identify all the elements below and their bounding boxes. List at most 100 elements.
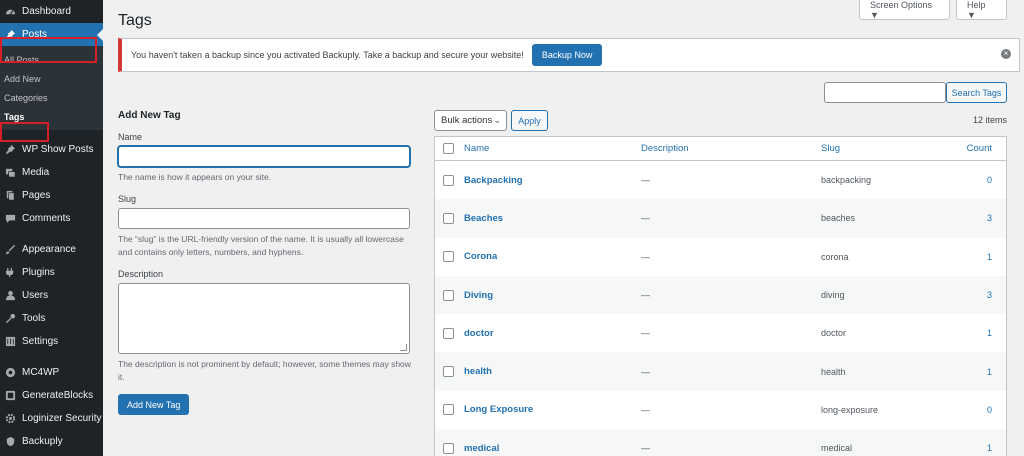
search-input[interactable] bbox=[824, 82, 946, 103]
row-checkbox[interactable] bbox=[443, 366, 454, 378]
name-input[interactable] bbox=[118, 146, 410, 167]
table-row: health — health 1 bbox=[435, 352, 1006, 391]
sidebar-item-tools[interactable]: Tools bbox=[0, 307, 103, 330]
sidebar-item-label: Loginizer Security bbox=[22, 413, 102, 424]
sidebar-item-settings[interactable]: Settings bbox=[0, 330, 103, 353]
sidebar-item-generateblocks[interactable]: GenerateBlocks bbox=[0, 384, 103, 407]
submenu-item-tags[interactable]: Tags bbox=[0, 107, 103, 126]
slug-input[interactable] bbox=[118, 208, 410, 229]
tag-count-link[interactable]: 0 bbox=[962, 405, 992, 415]
tag-description: — bbox=[641, 175, 650, 186]
column-count[interactable]: Count bbox=[957, 143, 992, 154]
sidebar-item-media[interactable]: Media bbox=[0, 161, 103, 184]
tag-name-link[interactable]: doctor bbox=[464, 328, 494, 339]
submenu-item-all-posts[interactable]: All Posts bbox=[0, 50, 103, 69]
dashboard-icon bbox=[4, 6, 16, 18]
tag-description: — bbox=[641, 213, 650, 224]
row-checkbox[interactable] bbox=[443, 212, 454, 224]
description-label: Description bbox=[118, 269, 164, 279]
backup-now-button[interactable]: Backup Now bbox=[531, 44, 603, 66]
table-row: Long Exposure — long-exposure 0 bbox=[435, 391, 1006, 429]
pin-icon bbox=[4, 144, 16, 156]
row-checkbox[interactable] bbox=[443, 289, 454, 301]
bulk-actions-select[interactable]: Bulk actions ⌄ bbox=[434, 110, 507, 131]
sidebar-item-label: Comments bbox=[22, 213, 71, 224]
submenu-item-categories[interactable]: Categories bbox=[0, 88, 103, 107]
admin-sidebar: Dashboard Posts All Posts Add New Catego… bbox=[0, 0, 103, 456]
sidebar-item-backuply[interactable]: Backuply bbox=[0, 430, 103, 453]
search-tags-button[interactable]: Search Tags bbox=[946, 82, 1007, 103]
tag-name-link[interactable]: medical bbox=[464, 443, 499, 454]
sidebar-item-label: Settings bbox=[22, 336, 59, 347]
sidebar-item-posts[interactable]: Posts bbox=[0, 23, 103, 46]
tag-name-link[interactable]: Backpacking bbox=[464, 175, 523, 186]
sidebar-item-users[interactable]: Users bbox=[0, 284, 103, 307]
tag-name-link[interactable]: Long Exposure bbox=[464, 404, 533, 415]
appearance-icon bbox=[4, 244, 16, 256]
gear-icon bbox=[4, 413, 16, 425]
tag-count-link[interactable]: 1 bbox=[962, 252, 992, 262]
slug-help: The “slug” is the URL-friendly version o… bbox=[118, 234, 404, 257]
row-checkbox[interactable] bbox=[443, 174, 454, 186]
sidebar-item-comments[interactable]: Comments bbox=[0, 207, 103, 230]
backup-notice: You haven't taken a backup since you act… bbox=[118, 38, 1020, 72]
tag-slug: backpacking bbox=[821, 175, 872, 186]
tag-count-link[interactable]: 3 bbox=[962, 213, 992, 223]
row-checkbox[interactable] bbox=[443, 442, 454, 454]
plugins-icon bbox=[4, 267, 16, 279]
items-count: 12 items bbox=[972, 115, 1007, 125]
sidebar-item-label: Tools bbox=[22, 313, 46, 324]
tag-slug: beaches bbox=[821, 213, 856, 224]
column-name[interactable]: Name bbox=[464, 143, 489, 154]
tag-name-link[interactable]: Beaches bbox=[464, 213, 503, 224]
description-textarea[interactable] bbox=[118, 283, 410, 354]
sidebar-item-mc4wp[interactable]: MC4WP bbox=[0, 361, 103, 384]
sidebar-item-label: Dashboard bbox=[22, 6, 71, 17]
tag-count-link[interactable]: 1 bbox=[962, 328, 992, 338]
apply-button[interactable]: Apply bbox=[511, 110, 548, 131]
sidebar-item-label: Users bbox=[22, 290, 49, 301]
table-header: Name Description Slug Count bbox=[435, 137, 1006, 161]
sidebar-item-pages[interactable]: Pages bbox=[0, 184, 103, 207]
sidebar-item-label: Backuply bbox=[22, 436, 63, 447]
row-checkbox[interactable] bbox=[443, 404, 454, 416]
tag-name-link[interactable]: Diving bbox=[464, 290, 493, 301]
page-title: Tags bbox=[118, 12, 152, 29]
tag-name-link[interactable]: Corona bbox=[464, 251, 497, 262]
sidebar-item-dashboard[interactable]: Dashboard bbox=[0, 0, 103, 23]
screen-options-button[interactable]: Screen Options ▼ bbox=[859, 0, 950, 20]
posts-submenu: All Posts Add New Categories Tags bbox=[0, 46, 103, 130]
pages-icon bbox=[4, 190, 16, 202]
tag-count-link[interactable]: 3 bbox=[962, 290, 992, 300]
add-new-tag-button[interactable]: Add New Tag bbox=[118, 394, 190, 415]
table-row: medical — medical 1 bbox=[435, 429, 1006, 456]
tag-count-link[interactable]: 1 bbox=[962, 367, 992, 377]
tag-count-link[interactable]: 1 bbox=[962, 443, 992, 453]
row-checkbox[interactable] bbox=[443, 327, 454, 339]
chevron-down-icon: ⌄ bbox=[493, 115, 501, 125]
sidebar-item-label: MC4WP bbox=[22, 367, 60, 378]
description-help: The description is not prominent by defa… bbox=[118, 359, 411, 382]
tag-description: — bbox=[641, 290, 650, 301]
sidebar-item-appearance[interactable]: Appearance bbox=[0, 238, 103, 261]
add-tag-form: Add New Tag Name The name is how it appe… bbox=[118, 110, 412, 415]
tag-slug: doctor bbox=[821, 328, 847, 339]
tag-count-link[interactable]: 0 bbox=[962, 175, 992, 185]
row-checkbox[interactable] bbox=[443, 251, 454, 263]
dismiss-icon[interactable]: × bbox=[1001, 49, 1011, 59]
tag-description: — bbox=[641, 251, 650, 262]
tag-slug: corona bbox=[821, 251, 849, 262]
submenu-item-add-new[interactable]: Add New bbox=[0, 69, 103, 88]
tag-name-link[interactable]: health bbox=[464, 366, 492, 377]
table-row: Corona — corona 1 bbox=[435, 238, 1006, 276]
help-button[interactable]: Help ▼ bbox=[956, 0, 1007, 20]
sidebar-item-wp-show-posts[interactable]: WP Show Posts bbox=[0, 138, 103, 161]
table-row: Diving — diving 3 bbox=[435, 275, 1006, 315]
settings-icon bbox=[4, 336, 16, 348]
column-description[interactable]: Description bbox=[641, 143, 689, 154]
sidebar-item-loginizer-security[interactable]: Loginizer Security bbox=[0, 407, 103, 430]
column-slug[interactable]: Slug bbox=[821, 143, 840, 154]
mc4wp-icon bbox=[4, 367, 16, 379]
select-all-checkbox[interactable] bbox=[443, 143, 454, 154]
sidebar-item-plugins[interactable]: Plugins bbox=[0, 261, 103, 284]
